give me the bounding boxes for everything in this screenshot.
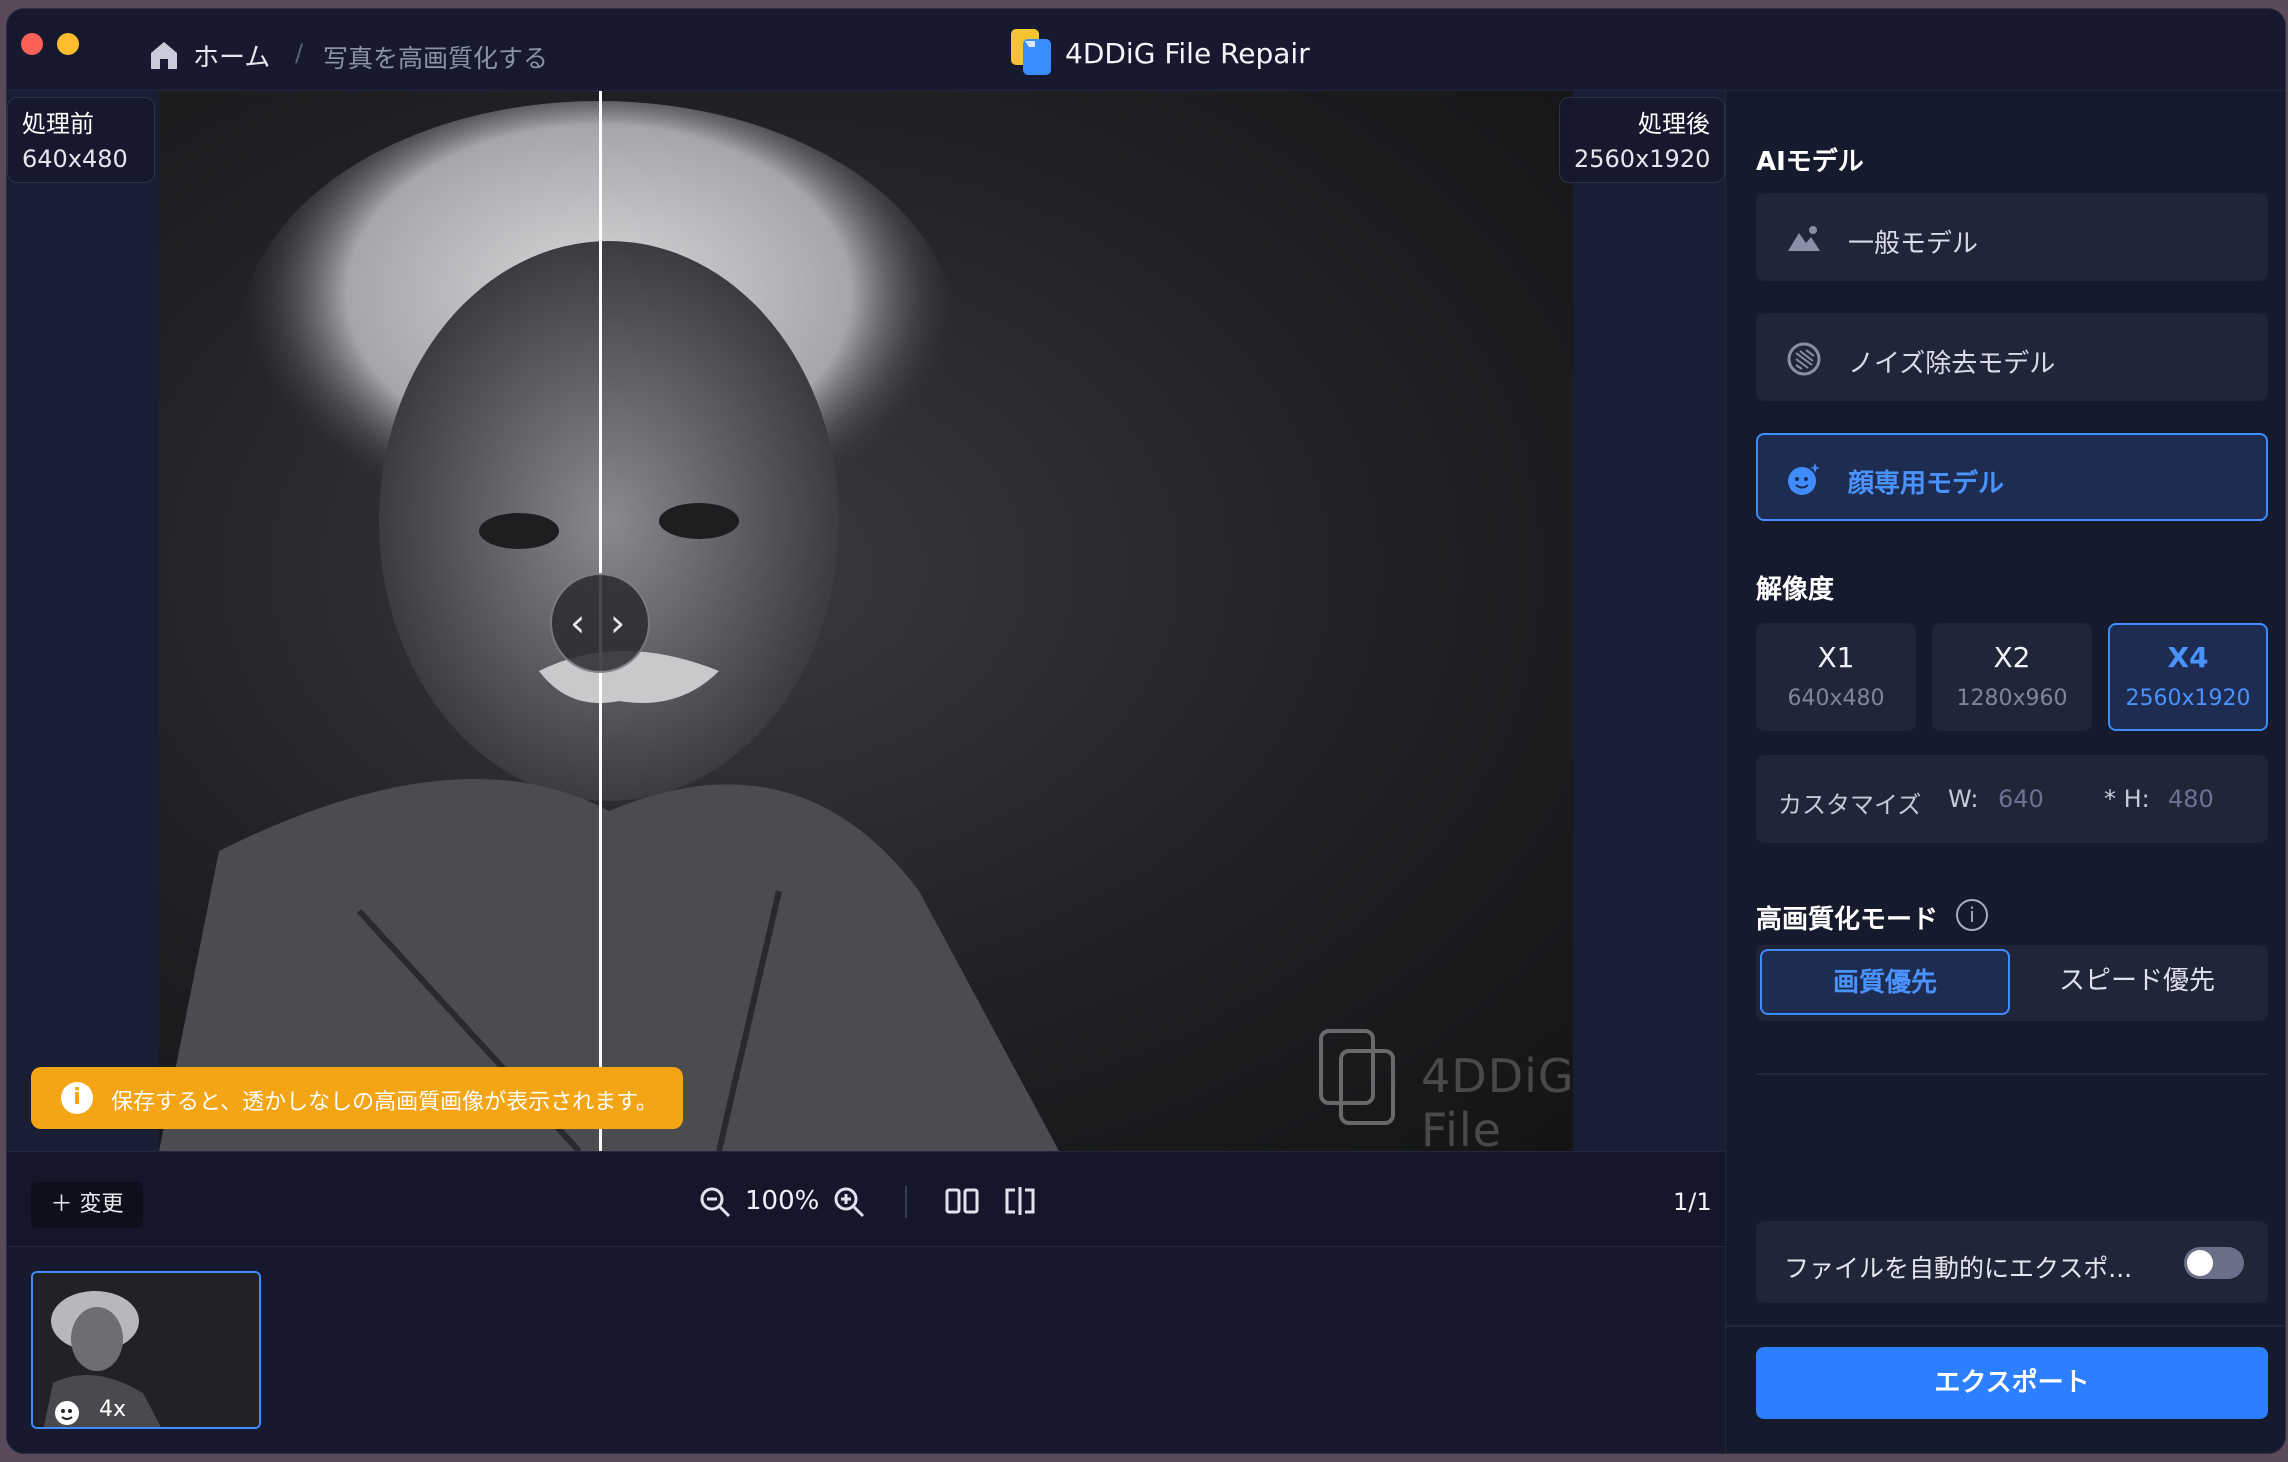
notice-text: 保存すると、透かしなしの高画質画像が表示されます。 (111, 1090, 658, 1115)
ai-model-title: AIモデル (1756, 147, 1864, 177)
resolution-size: 2560x1920 (2125, 686, 2251, 711)
comparison-image[interactable]: 4DDiG File Repair (159, 91, 1573, 1151)
chevron-right-icon: › (610, 601, 626, 645)
thumbnail-scale-label: 4x (99, 1397, 127, 1422)
title-bar: ホーム / 写真を高画質化する 4DDiG File Repair (7, 9, 2285, 91)
app-title: 4DDiG File Repair (1065, 37, 1310, 70)
close-window-button[interactable] (21, 33, 43, 55)
zoom-in-icon[interactable] (833, 1186, 865, 1218)
sidebar-bottom-divider (1726, 1325, 2285, 1327)
chevron-left-icon: ‹ (570, 601, 586, 645)
toolbar-separator (905, 1186, 907, 1218)
model-label: 一般モデル (1848, 229, 1979, 259)
model-denoise[interactable]: ノイズ除去モデル (1756, 313, 2268, 401)
info-icon[interactable]: i (1956, 899, 1988, 931)
resolution-title: 解像度 (1756, 575, 1835, 605)
quality-priority-button[interactable]: 画質優先 (1760, 949, 2010, 1015)
change-image-button[interactable]: ＋ 変更 (31, 1182, 143, 1228)
minimize-window-button[interactable] (57, 33, 79, 55)
height-label: * H: (2104, 785, 2150, 813)
landscape-icon (1788, 226, 1820, 251)
resolution-x2[interactable]: X2 1280x960 (1932, 623, 2092, 731)
toggle-knob (2187, 1250, 2213, 1276)
auto-export-toggle[interactable] (2184, 1247, 2244, 1279)
portrait-image (159, 101, 1059, 1151)
model-face[interactable]: 顔専用モデル (1756, 433, 2268, 521)
breadcrumb-separator: / (295, 39, 304, 67)
preview-toolbar: ＋ 変更 100% 1/1 (7, 1151, 1725, 1247)
model-general[interactable]: 一般モデル (1756, 193, 2268, 281)
enhance-mode-group: 画質優先 スピード優先 (1756, 945, 2268, 1021)
after-size: 2560x1920 (1574, 145, 1711, 173)
before-tag: 処理前 640x480 (7, 97, 155, 183)
before-label: 処理前 (22, 110, 94, 138)
resolution-size: 640x480 (1787, 686, 1885, 711)
watermark-notice: i 保存すると、透かしなしの高画質画像が表示されます。 (31, 1067, 683, 1129)
model-label: 顔専用モデル (1848, 469, 2005, 499)
watermark-text: 4DDiG File Repair (1421, 1049, 1573, 1151)
app-window: ホーム / 写真を高画質化する 4DDiG File Repair 4DDiG … (6, 8, 2286, 1454)
resolution-size: 1280x960 (1956, 686, 2068, 711)
watermark-logo-icon (1319, 1029, 1399, 1129)
compare-slider-handle[interactable]: ‹ › (550, 573, 650, 673)
speed-priority-button[interactable]: スピード優先 (2012, 949, 2262, 1015)
resolution-scale: X1 (1817, 641, 1855, 674)
before-size: 640x480 (22, 145, 128, 173)
image-thumbnail[interactable]: 4x (31, 1271, 261, 1429)
custom-label: カスタマイズ (1778, 791, 1922, 819)
thumbnail-strip: 4x (7, 1247, 1725, 1453)
slider-compare-view-icon[interactable] (1003, 1186, 1037, 1216)
sidebar-divider (1756, 1073, 2268, 1075)
breadcrumb-current: 写真を高画質化する (323, 44, 549, 73)
custom-resolution: カスタマイズ W: 640 * H: 480 (1756, 755, 2268, 843)
resolution-scale: X2 (1993, 641, 2031, 674)
auto-export-row: ファイルを自動的にエクスポ... (1756, 1221, 2268, 1303)
zoom-level: 100% (745, 1186, 820, 1216)
breadcrumb-home[interactable]: ホーム (193, 37, 270, 74)
zoom-out-icon[interactable] (699, 1186, 731, 1218)
width-label: W: (1948, 785, 1979, 813)
export-button[interactable]: エクスポート (1756, 1347, 2268, 1419)
face-model-icon (55, 1401, 79, 1425)
noise-icon (1787, 342, 1821, 376)
resolution-scale: X4 (2167, 641, 2209, 674)
enhance-mode-title: 高画質化モード (1756, 905, 1939, 935)
image-preview[interactable]: 4DDiG File Repair 処理前 640x480 処理後 2560x1… (7, 91, 1725, 1151)
width-input[interactable]: 640 (1998, 785, 2044, 813)
resolution-x4[interactable]: X4 2560x1920 (2108, 623, 2268, 731)
height-input[interactable]: 480 (2168, 785, 2214, 813)
after-tag: 処理後 2560x1920 (1559, 97, 1725, 183)
after-label: 処理後 (1638, 110, 1710, 138)
home-icon[interactable] (147, 39, 181, 71)
auto-export-label: ファイルを自動的にエクスポ... (1784, 1254, 2133, 1283)
info-icon: i (61, 1082, 93, 1114)
settings-sidebar: AIモデル 一般モデル ノイズ除去モデル 顔専用モデル 解像度 X1 640x4… (1725, 91, 2285, 1453)
page-count: 1/1 (1673, 1188, 1712, 1216)
face-icon (1788, 463, 1820, 495)
model-label: ノイズ除去モデル (1848, 349, 2056, 379)
resolution-x1[interactable]: X1 640x480 (1756, 623, 1916, 731)
side-by-side-view-icon[interactable] (945, 1186, 979, 1216)
app-logo-icon (1011, 29, 1051, 75)
